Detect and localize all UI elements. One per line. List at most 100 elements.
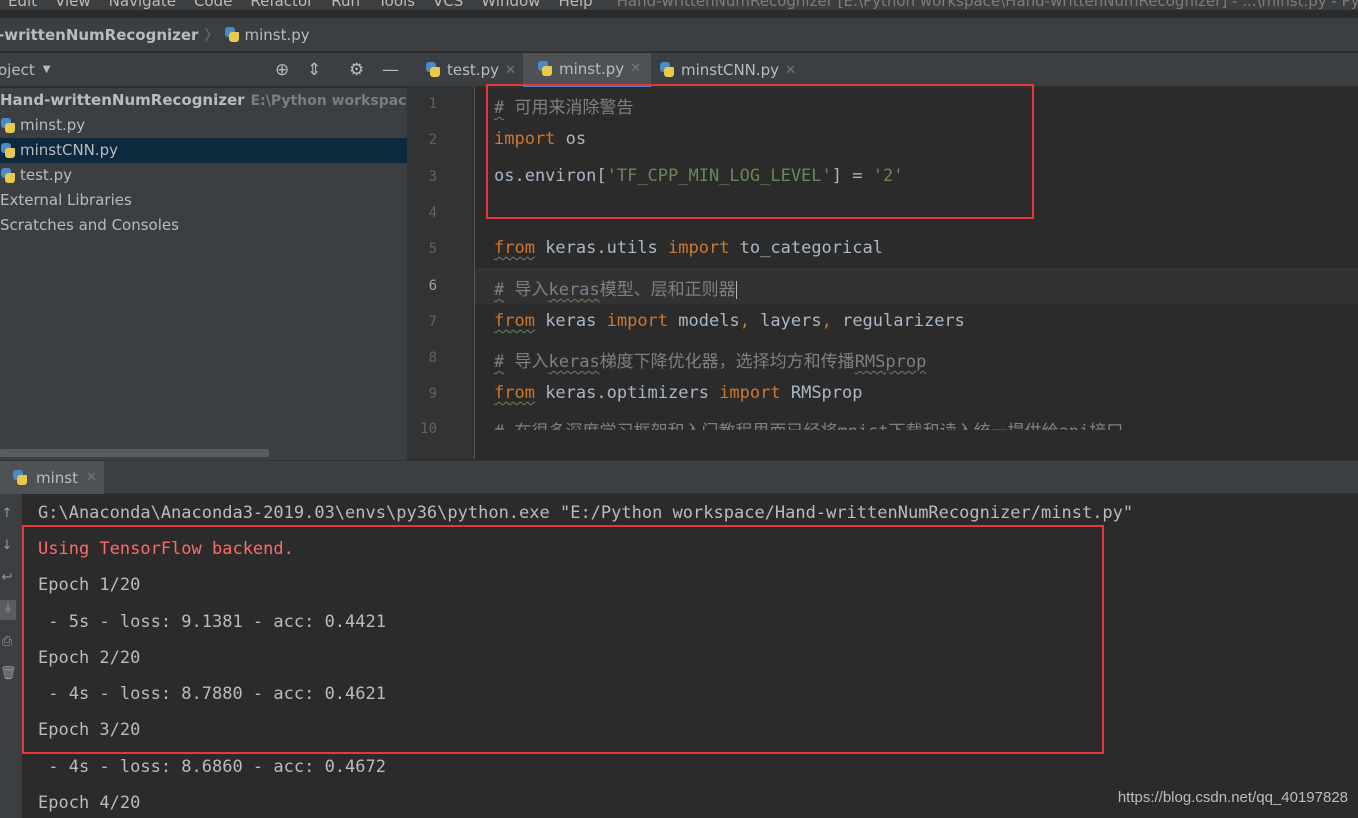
project-tree: Hand-writtenNumRecognizer E:\Python works… [0,88,407,460]
highlight-box-code [486,84,1034,219]
code-token: # [494,352,505,372]
python-file-icon [0,117,16,134]
tree-root-name: Hand-writtenNumRecognizer [0,91,245,109]
console-line: G:\Anaconda\Anaconda3-2019.03\envs\py36\… [38,503,1134,523]
menu-refactor[interactable]: Refactor [250,0,313,9]
code-token: from [494,311,535,331]
tree-root[interactable]: Hand-writtenNumRecognizer E:\Python works… [0,88,407,113]
menu-edit[interactable]: Edit [8,0,37,9]
menu-help[interactable]: Help [558,0,592,9]
tab-test-py[interactable]: test.py ✕ [411,53,526,87]
project-panel-header: oject ▼ ⊕ ⇕ ⚙ — [0,53,407,87]
close-icon[interactable]: ✕ [785,63,796,78]
code-token: import [668,238,730,258]
tree-file-test[interactable]: test.py [0,163,407,188]
tree-file-label: test.py [20,166,72,184]
menu-run[interactable]: Run [331,0,360,9]
line-number: 8 [428,350,437,366]
code-token [735,281,737,299]
breadcrumb-project[interactable]: -writtenNumRecognizer [0,26,198,44]
close-icon[interactable]: ✕ [86,470,97,485]
locate-target-icon[interactable]: ⊕ [275,60,289,80]
editor-tab-bar: test.py ✕ minst.py ✕ minstCNN.py ✕ [407,53,1358,87]
minimize-icon[interactable]: — [382,60,399,80]
tree-external-libraries[interactable]: External Libraries [0,188,407,213]
python-file-icon [0,142,16,159]
code-token: mnist [837,422,888,430]
python-file-icon [0,167,16,184]
python-file-icon [12,469,28,486]
code-token: # [494,280,505,300]
run-tab-minst[interactable]: minst ✕ [0,461,104,494]
code-token: # 导入keras模型、层和正则器 [494,280,736,300]
code-line: from keras import models, layers, regula… [494,311,965,331]
run-toolbar: ↑ ↓ ↩ ⤓ ⎙ 🗑 [0,494,22,818]
code-token: # 在很多深度学习框架和入门教程里面已经将mnist下载和读入统一提供给api接… [494,422,1123,430]
code-token: import [719,383,781,403]
code-token: # [494,422,504,430]
code-token: api [1059,422,1090,430]
python-file-icon [425,62,441,78]
tree-file-label: minstCNN.py [20,141,119,159]
line-number: 3 [428,169,437,185]
code-line: from keras.optimizers import RMSprop [494,383,863,403]
python-file-icon [224,26,240,43]
arrow-down-icon[interactable]: ↓ [0,538,14,553]
python-file-icon [537,60,553,77]
menu-view[interactable]: View [55,0,91,9]
collapse-all-icon[interactable]: ⇕ [307,60,321,80]
print-icon[interactable]: ⎙ [0,634,14,649]
line-number: 5 [428,241,437,257]
breadcrumb-file[interactable]: minst.py [244,26,309,44]
menu-code[interactable]: Code [194,0,232,9]
breadcrumb-separator-icon: 〉 [204,27,219,44]
menu-window[interactable]: Window [481,0,540,9]
code-token: from [494,383,535,403]
tab-label: minstCNN.py [681,61,780,79]
code-token: from [494,238,535,258]
tree-root-path: E:\Python workspace\Hand [250,93,407,109]
code-line: # 在很多深度学习框架和入门教程里面已经将mnist下载和读入统一提供给api接… [494,417,1123,430]
python-file-icon [659,62,675,78]
code-line: # 导入keras梯度下降优化器，选择均方和传播RMSprop [494,347,926,372]
scroll-to-end-icon[interactable]: ⤓ [0,600,16,620]
close-icon[interactable]: ✕ [505,63,516,78]
menu-vcs[interactable]: VCS [433,0,463,9]
soft-wrap-icon[interactable]: ↩ [0,570,14,585]
window-title: Hand-writtenNumRecognizer [E:\Python wor… [616,0,1358,10]
watermark: https://blog.csdn.net/qq_40197828 [1117,789,1348,806]
navigation-bar: -writtenNumRecognizer 〉 minst.py [0,18,1358,52]
close-icon[interactable]: ✕ [630,61,641,76]
tree-scratches[interactable]: Scratches and Consoles [0,213,407,238]
line-number-current: 6 [428,278,437,294]
tree-file-minstcnn[interactable]: minstCNN.py [0,138,407,163]
code-token: RMSprop [854,352,927,372]
horizontal-scrollbar[interactable] [0,449,269,457]
code-line: # 导入keras模型、层和正则器 [494,275,737,300]
trash-icon[interactable]: 🗑 [0,666,17,681]
run-tab-label: minst [36,468,78,487]
code-token: , [821,311,832,331]
line-number: 7 [428,314,437,330]
console-line: - 4s - loss: 8.6860 - acc: 0.4672 [38,757,386,777]
menu-tools[interactable]: Tools [378,0,415,9]
code-token: import [606,311,669,331]
code-token: keras [548,280,600,300]
menu-navigate[interactable]: Navigate [109,0,176,9]
gear-icon[interactable]: ⚙ [349,60,364,80]
tab-label: minst.py [559,59,625,78]
line-number: 2 [428,132,437,148]
tree-file-label: minst.py [20,116,86,134]
menu-bar: Edit View Navigate Code Refactor Run Tools VCS W… [0,0,1358,10]
tab-minstcnn-py[interactable]: minstCNN.py ✕ [645,53,806,87]
code-token: # 导入keras梯度下降优化器，选择均方和传播RMSprop [494,352,927,372]
arrow-up-icon[interactable]: ↑ [0,506,14,521]
tab-label: test.py [447,61,499,79]
chevron-down-icon[interactable]: ▼ [43,64,51,75]
tab-minst-py[interactable]: minst.py ✕ [523,53,652,87]
tree-file-minst[interactable]: minst.py [0,113,407,138]
code-token: keras [548,352,600,372]
code-token: , [739,311,750,331]
project-view-selector[interactable]: oject [0,61,35,79]
highlight-box-console [22,525,1104,754]
